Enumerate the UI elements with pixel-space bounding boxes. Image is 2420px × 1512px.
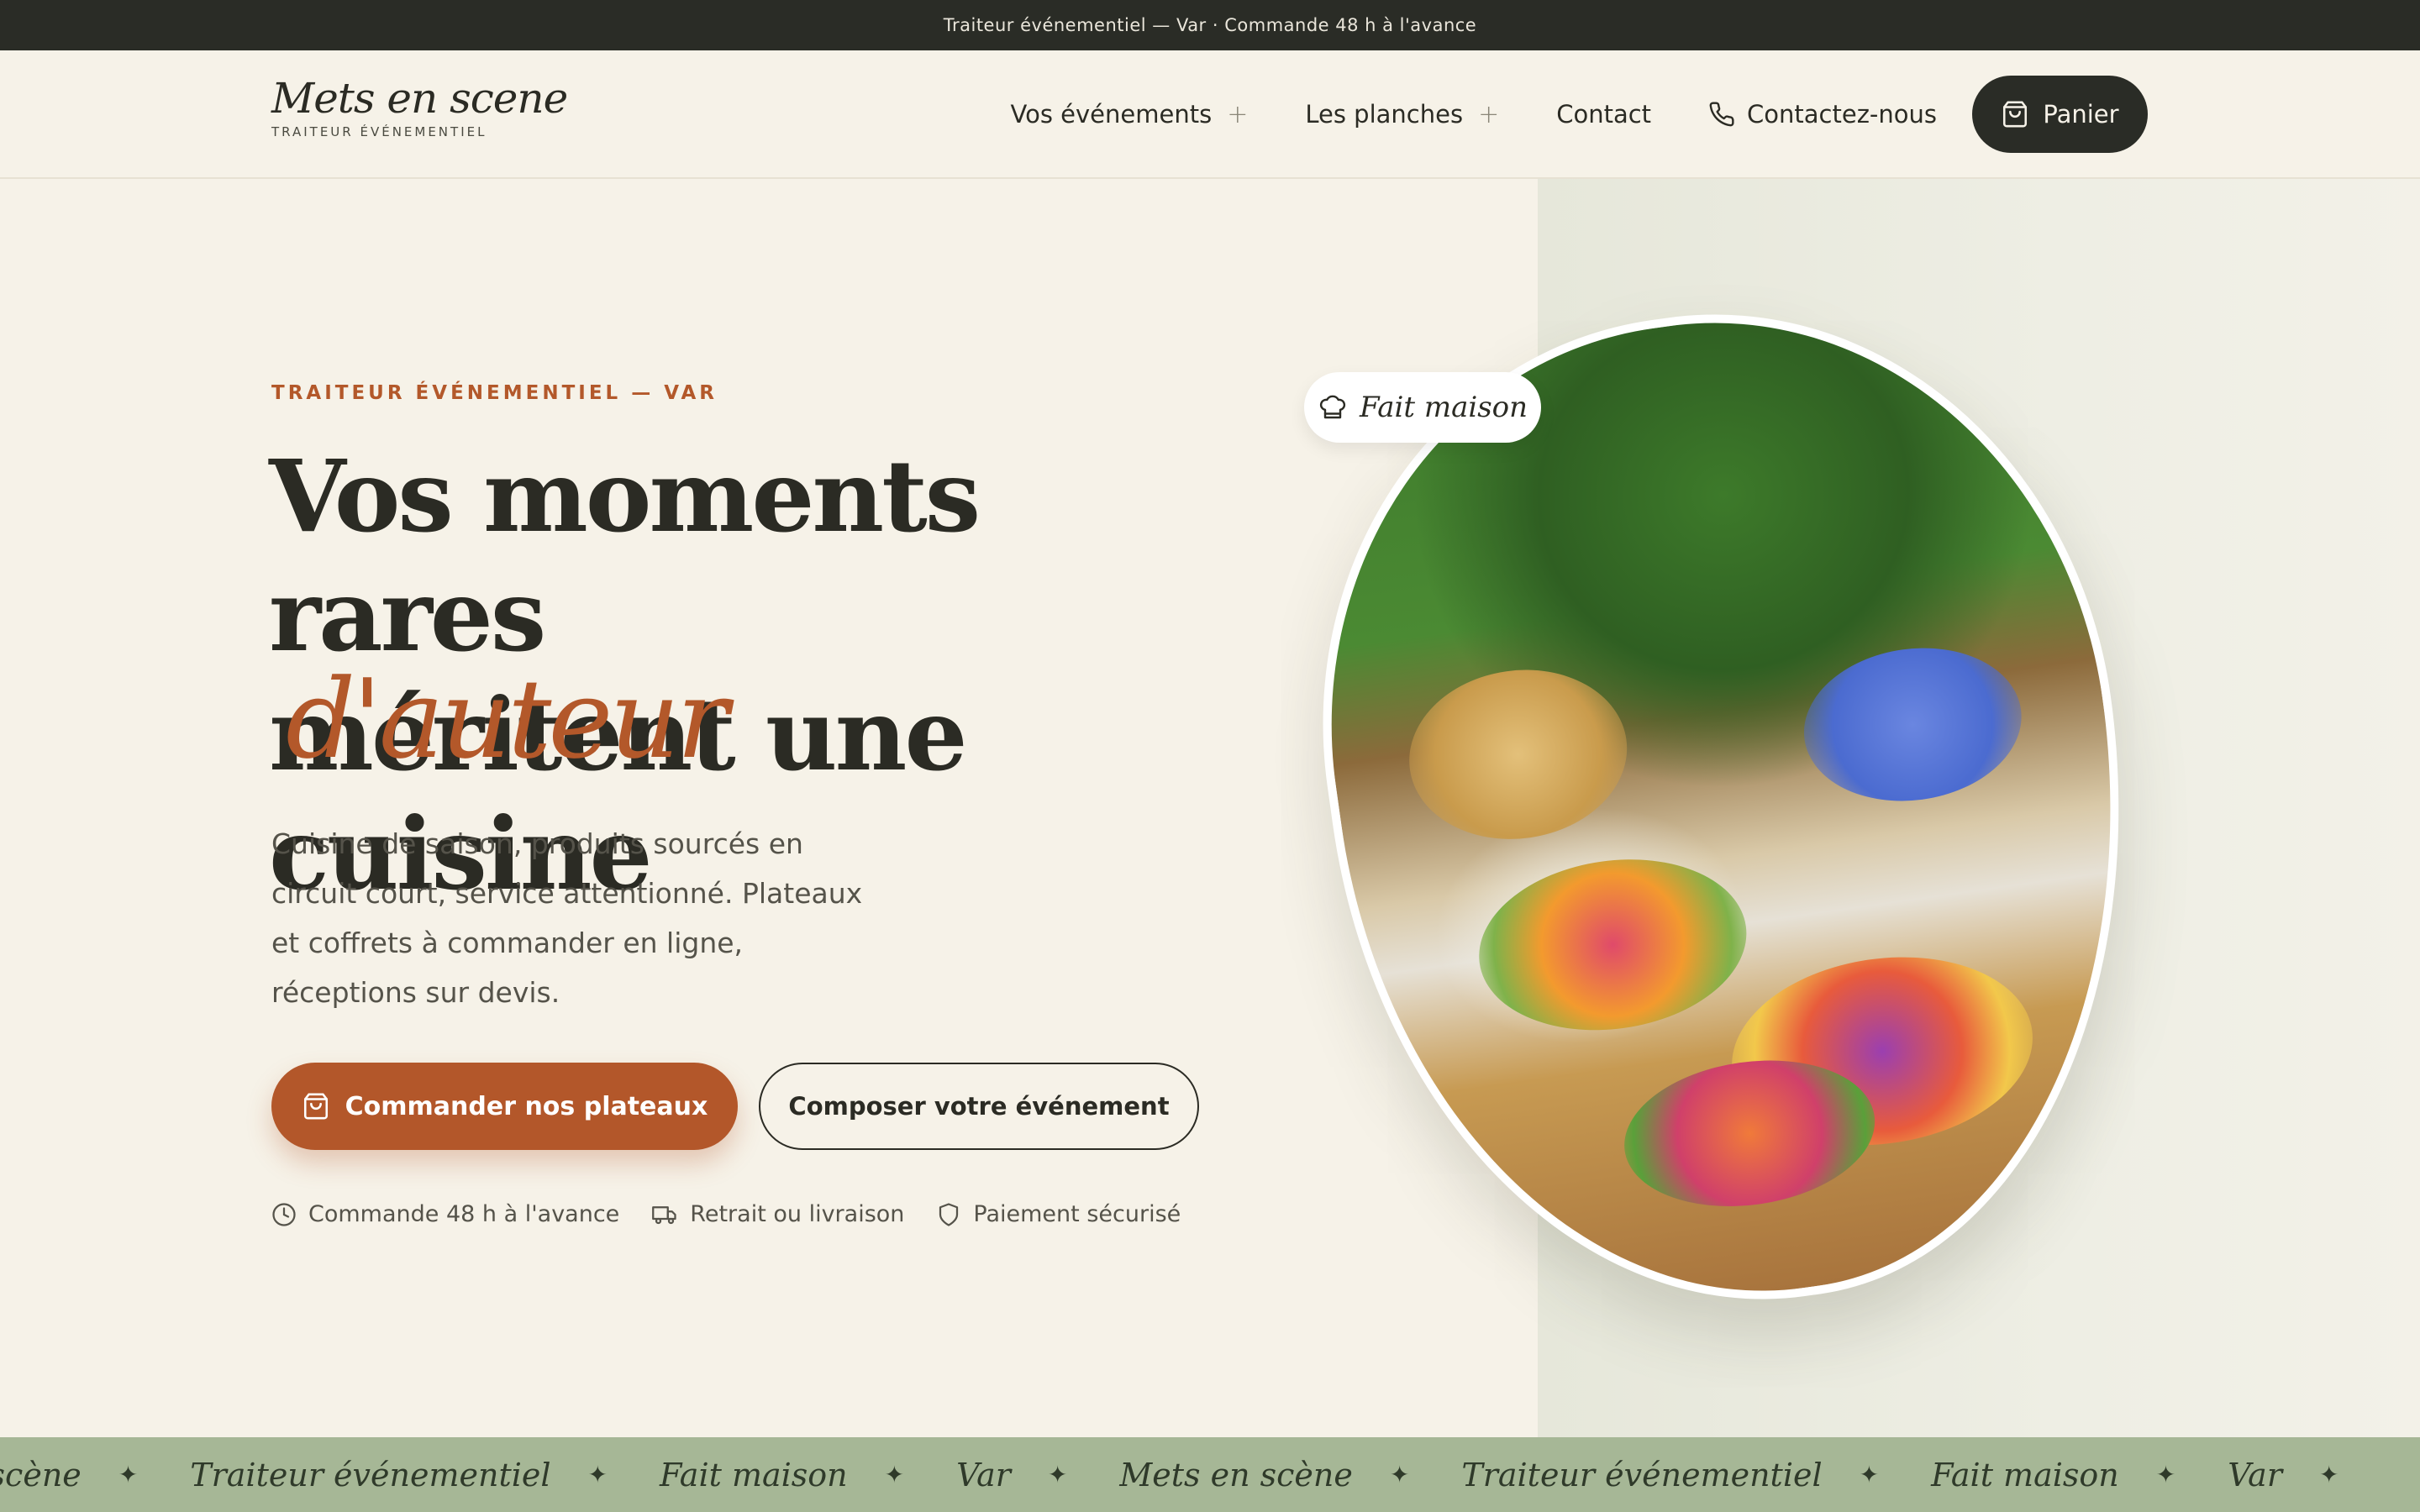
feature-label: Retrait ou livraison <box>690 1201 905 1227</box>
star-icon: ✦ <box>118 1461 139 1488</box>
plus-icon: + <box>1227 99 1249 129</box>
marquee-item: Mets en scène <box>1119 1456 1353 1494</box>
compose-event-button[interactable]: Composer votre événement <box>759 1063 1199 1150</box>
star-icon: ✦ <box>587 1461 608 1488</box>
marquee-track: n scène ✦ Traiteur événementiel ✦ Fait m… <box>0 1437 2391 1512</box>
nav-item-contact[interactable]: Contact <box>1556 100 1651 129</box>
shopping-bag-icon <box>303 1093 328 1120</box>
feature-item: Commande 48 h à l'avance <box>271 1201 619 1227</box>
truck-icon <box>652 1205 676 1224</box>
star-icon: ✦ <box>1859 1461 1880 1488</box>
logo[interactable]: Mets en scene TRAITEUR ÉVÉNEMENTIEL <box>271 74 568 139</box>
star-icon: ✦ <box>884 1461 905 1488</box>
shield-icon <box>939 1202 959 1226</box>
plus-icon: + <box>1478 99 1500 129</box>
contact-us-link[interactable]: Contactez-nous <box>1708 100 1937 129</box>
clock-icon <box>272 1202 296 1226</box>
food-decoration <box>1794 634 2032 815</box>
food-decoration <box>1467 843 1758 1047</box>
nav-item-label: Vos événements <box>1010 100 1213 129</box>
marquee-item: Traiteur événementiel <box>1461 1456 1823 1494</box>
marquee-item: Fait maison <box>1931 1456 2119 1494</box>
star-icon: ✦ <box>2155 1461 2176 1488</box>
feature-list: Commande 48 h à l'avance Retrait ou livr… <box>271 1201 1213 1227</box>
nav-item-label: Contact <box>1556 100 1652 129</box>
badge-label: Fait maison <box>1359 391 1528 424</box>
hero-description: Cuisine de saison, produits sourcés en c… <box>271 827 863 1009</box>
feature-label: Commande 48 h à l'avance <box>308 1201 620 1227</box>
announcement-text: Traiteur événementiel — Var · Commande 4… <box>943 15 1477 35</box>
announcement-bar: Traiteur événementiel — Var · Commande 4… <box>0 0 2420 50</box>
star-icon: ✦ <box>1389 1461 1410 1488</box>
food-decoration <box>1398 656 1639 853</box>
order-platters-label: Commander nos plateaux <box>345 1091 708 1121</box>
phone-icon <box>1709 102 1734 127</box>
chef-hat-icon <box>1319 395 1345 419</box>
marquee-strip: n scène ✦ Traiteur événementiel ✦ Fait m… <box>0 1437 2420 1512</box>
main-nav: Vos événements + Les planches + Contact … <box>1011 76 2148 153</box>
headline-line-1: Vos moments rares <box>269 438 981 674</box>
compose-event-label: Composer votre événement <box>788 1092 1170 1121</box>
feature-label: Paiement sécurisé <box>973 1201 1181 1227</box>
homemade-badge: Fait maison <box>1304 372 1541 443</box>
cart-button[interactable]: Panier <box>1972 76 2148 153</box>
nav-item-events[interactable]: Vos événements + <box>1011 100 1249 129</box>
logo-script: Mets en scene <box>271 74 568 123</box>
nav-item-label: Les planches <box>1305 100 1464 129</box>
marquee-item: Var <box>956 1456 1011 1494</box>
shopping-bag-icon <box>2003 101 2028 128</box>
star-icon: ✦ <box>2318 1461 2339 1488</box>
hero-eyebrow: TRAITEUR ÉVÉNEMENTIEL — VAR <box>271 382 718 404</box>
feature-item: Retrait ou livraison <box>651 1201 904 1227</box>
cart-label: Panier <box>2043 100 2119 129</box>
logo-subtitle: TRAITEUR ÉVÉNEMENTIEL <box>271 124 487 139</box>
headline-accent: d'auteur <box>286 655 729 783</box>
nav-item-boards[interactable]: Les planches + <box>1305 100 1499 129</box>
feature-item: Paiement sécurisé <box>936 1201 1181 1227</box>
order-platters-button[interactable]: Commander nos plateaux <box>271 1063 738 1150</box>
marquee-item: Fait maison <box>660 1456 848 1494</box>
marquee-item: Traiteur événementiel <box>190 1456 551 1494</box>
contact-us-label: Contactez-nous <box>1747 100 1937 129</box>
marquee-item: Var <box>2228 1456 2282 1494</box>
site-header: Mets en scene TRAITEUR ÉVÉNEMENTIEL Vos … <box>0 50 2420 179</box>
marquee-item: n scène <box>0 1456 82 1494</box>
star-icon: ✦ <box>1047 1461 1068 1488</box>
